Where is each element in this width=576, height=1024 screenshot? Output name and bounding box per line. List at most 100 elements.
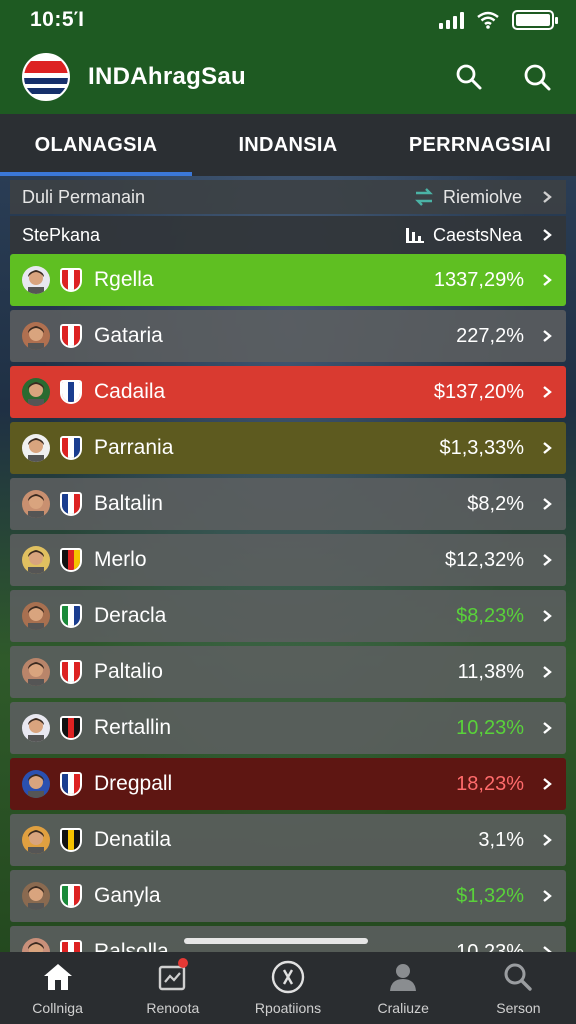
team-percentage: 3,1% bbox=[478, 828, 524, 851]
subheader-left: Duli Permanain bbox=[22, 186, 146, 207]
list-item[interactable]: Gataria 227,2% bbox=[10, 310, 566, 362]
chevron-right-icon bbox=[543, 834, 552, 846]
tab-indansia[interactable]: INDANSIA bbox=[192, 114, 384, 176]
chevron-right-icon bbox=[543, 778, 552, 790]
signal-icon bbox=[439, 11, 464, 29]
list-item[interactable]: Paltalio 11,38% bbox=[10, 646, 566, 698]
list-item[interactable]: Cadaila $137,20% bbox=[10, 366, 566, 418]
list-item[interactable]: Parrania $1,3,33% bbox=[10, 422, 566, 474]
nav-home-label: Collniga bbox=[32, 1000, 83, 1016]
list-item[interactable]: Ganyla $1,32% bbox=[10, 870, 566, 922]
team-name: Parrania bbox=[94, 436, 174, 459]
search-icon bbox=[501, 960, 535, 994]
team-name: Paltalio bbox=[94, 660, 163, 683]
player-avatar bbox=[22, 770, 50, 798]
team-percentage: $1,32% bbox=[456, 884, 524, 907]
team-crest-icon bbox=[60, 772, 82, 796]
player-avatar bbox=[22, 378, 50, 406]
status-bar: 10:5Ί bbox=[0, 0, 576, 40]
player-avatar bbox=[22, 658, 50, 686]
team-name: Denatila bbox=[94, 828, 172, 851]
swap-icon bbox=[415, 188, 433, 206]
nav-rpoatiions[interactable]: Rpoatiions bbox=[230, 952, 345, 1024]
team-crest-icon bbox=[60, 548, 82, 572]
team-name: Rgella bbox=[94, 268, 154, 291]
team-crest-icon bbox=[60, 604, 82, 628]
chevron-right-icon bbox=[543, 229, 552, 241]
search-icon[interactable] bbox=[452, 60, 486, 94]
chevron-right-icon bbox=[543, 386, 552, 398]
player-avatar bbox=[22, 490, 50, 518]
chevron-right-icon bbox=[543, 191, 552, 203]
chevron-right-icon bbox=[543, 610, 552, 622]
subheader-right-label: Riemiolve bbox=[442, 186, 522, 207]
profile-icon bbox=[386, 960, 420, 994]
team-name: Cadaila bbox=[94, 380, 166, 403]
nav-craliuze-label: Craliuze bbox=[377, 1000, 429, 1016]
clock: 10:5Ί bbox=[30, 8, 85, 31]
player-avatar bbox=[22, 434, 50, 462]
calendar-icon bbox=[156, 958, 190, 994]
filter-left: StePkana bbox=[22, 224, 101, 245]
list-item[interactable]: Deracla $8,23% bbox=[10, 590, 566, 642]
team-name: Deracla bbox=[94, 604, 167, 627]
chevron-right-icon bbox=[543, 666, 552, 678]
team-percentage: 11,38% bbox=[457, 660, 524, 683]
bottom-nav: Collniga Renoota Rpoatiions Craliuze Ser… bbox=[0, 952, 576, 1024]
team-percentage: $8,23% bbox=[456, 604, 524, 627]
search-icon[interactable] bbox=[520, 60, 554, 94]
scroll-indicator[interactable] bbox=[184, 938, 368, 944]
team-name: Merlo bbox=[94, 548, 147, 571]
team-percentage: 10,23% bbox=[456, 716, 524, 739]
team-crest-icon bbox=[60, 380, 82, 404]
team-name: Baltalin bbox=[94, 492, 163, 515]
chevron-right-icon bbox=[543, 442, 552, 454]
team-name: Gataria bbox=[94, 324, 163, 347]
nav-serson[interactable]: Serson bbox=[461, 952, 576, 1024]
nav-rpoatiions-label: Rpoatiions bbox=[254, 1000, 322, 1016]
team-crest-icon bbox=[60, 884, 82, 908]
team-name: Dregpall bbox=[94, 772, 173, 795]
app-title: INDAhragSau bbox=[88, 63, 246, 90]
list-item[interactable]: Merlo $12,32% bbox=[10, 534, 566, 586]
team-name: Ganyla bbox=[94, 884, 161, 907]
filter-row[interactable]: StePkana CaestsNea bbox=[10, 216, 566, 254]
wifi-icon bbox=[477, 11, 499, 29]
nav-renoota[interactable]: Renoota bbox=[115, 952, 230, 1024]
team-percentage: $12,32% bbox=[445, 548, 524, 571]
team-name: Rertallin bbox=[94, 716, 172, 739]
team-crest-icon bbox=[60, 716, 82, 740]
chevron-right-icon bbox=[543, 330, 552, 342]
team-crest-icon bbox=[60, 268, 82, 292]
tab-olanagsia[interactable]: OLANAGSIA bbox=[0, 114, 192, 176]
list-item[interactable]: Baltalin $8,2% bbox=[10, 478, 566, 530]
chart-icon bbox=[405, 228, 424, 243]
tab-perrnagsiai[interactable]: PERRNAGSIAI bbox=[384, 114, 576, 176]
player-avatar bbox=[22, 714, 50, 742]
team-percentage: $1,3,33% bbox=[439, 436, 524, 459]
app-logo bbox=[22, 53, 70, 101]
nav-home[interactable]: Collniga bbox=[0, 952, 115, 1024]
home-icon bbox=[41, 960, 75, 994]
team-crest-icon bbox=[60, 828, 82, 852]
chevron-right-icon bbox=[543, 498, 552, 510]
list-item[interactable]: Rertallin 10,23% bbox=[10, 702, 566, 754]
battery-icon bbox=[512, 10, 558, 30]
list-item[interactable]: Denatila 3,1% bbox=[10, 814, 566, 866]
nav-craliuze[interactable]: Craliuze bbox=[346, 952, 461, 1024]
team-crest-icon bbox=[60, 324, 82, 348]
chevron-right-icon bbox=[543, 274, 552, 286]
player-avatar bbox=[22, 266, 50, 294]
list-item[interactable]: Dregpall 18,23% bbox=[10, 758, 566, 810]
chevron-right-icon bbox=[543, 722, 552, 734]
notification-badge bbox=[177, 958, 188, 968]
player-avatar bbox=[22, 322, 50, 350]
status-icons bbox=[439, 10, 558, 30]
chevron-right-icon bbox=[543, 554, 552, 566]
app-header: INDAhragSau bbox=[0, 40, 576, 114]
list-item[interactable]: Rgella 1337,29% bbox=[10, 254, 566, 306]
team-percentage: 227,2% bbox=[456, 324, 524, 347]
subheader-row[interactable]: Duli Permanain Riemiolve bbox=[10, 180, 566, 214]
ranking-list: Rgella 1337,29% Gataria 227,2% Cadaila $137,2… bbox=[10, 254, 566, 982]
team-crest-icon bbox=[60, 660, 82, 684]
